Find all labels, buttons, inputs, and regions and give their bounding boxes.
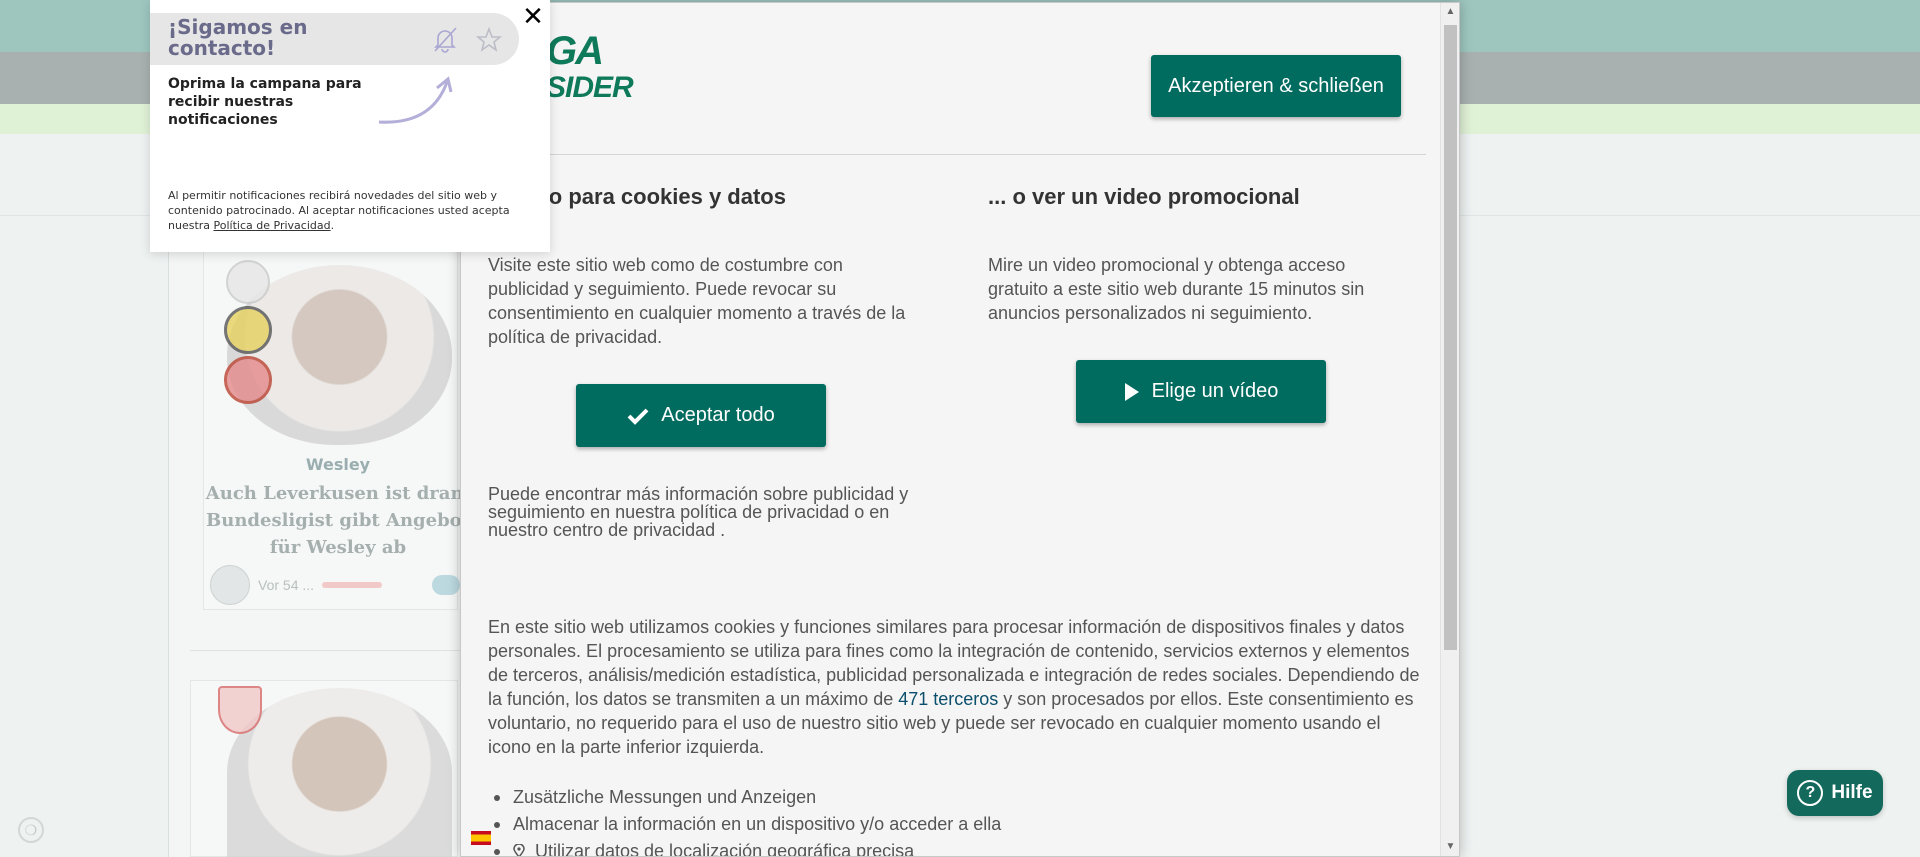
club-crest-icon: [218, 686, 262, 734]
site-logo: GA SIDER: [546, 31, 634, 104]
notification-popup: ¡Sigamos en contacto! ✕ Oprima la campan…: [150, 0, 550, 252]
help-button[interactable]: ? Hilfe: [1787, 770, 1883, 816]
card-footer: Vor 54 ...: [210, 565, 460, 605]
third-parties-link[interactable]: 471 terceros: [898, 689, 998, 709]
purpose-item: Almacenar la información en un dispositi…: [488, 812, 1388, 839]
club-crest-icon: [224, 356, 272, 404]
accept-close-label: Akzeptieren & schließen: [1168, 74, 1384, 97]
author-avatar: [210, 565, 250, 605]
choose-video-button[interactable]: Elige un vídeo: [1076, 360, 1326, 423]
logo-line2: SIDER: [546, 71, 634, 104]
location-pin-icon: [513, 844, 525, 856]
legal-suffix: .: [330, 219, 335, 232]
dialog-divider: [476, 154, 1426, 155]
close-icon[interactable]: ✕: [521, 4, 545, 30]
purpose-item: Utilizar datos de localización geográfic…: [488, 839, 1388, 857]
video-description: Mire un video promocional y obtenga acce…: [988, 255, 1365, 323]
card-player-name: Wesley: [305, 455, 371, 474]
comments-icon[interactable]: [432, 575, 460, 595]
play-icon: [1124, 382, 1139, 401]
privacy-policy-link[interactable]: Política de Privacidad: [214, 219, 331, 232]
more-info-text: Puede encontrar más información sobre pu…: [488, 484, 909, 540]
card-divider: [190, 650, 460, 651]
curved-arrow-icon: [378, 76, 453, 124]
logo-line1: GA: [546, 29, 604, 73]
checkmark-icon: [627, 408, 649, 425]
accept-all-button[interactable]: Aceptar todo: [576, 384, 826, 447]
dialog-scrollbar[interactable]: ▲ ▼: [1440, 3, 1459, 856]
star-icon[interactable]: [475, 26, 503, 54]
bell-off-icon[interactable]: [430, 24, 460, 54]
question-icon: ?: [1797, 780, 1824, 806]
scroll-down-arrow-icon[interactable]: ▼: [1444, 840, 1457, 854]
scroll-thumb[interactable]: [1444, 25, 1457, 650]
card-time: Vor 54 ...: [258, 577, 315, 593]
fingerprint-icon[interactable]: ❍: [18, 817, 44, 843]
accept-all-label: Aceptar todo: [661, 404, 775, 426]
notification-subtitle: Oprima la campana para recibir nuestras …: [168, 76, 362, 128]
purpose-label: Utilizar datos de localización geográfic…: [535, 841, 915, 857]
notification-legal-text: Al permitir notificaciones recibirá nove…: [168, 188, 538, 233]
club-crest-icon: [226, 260, 270, 304]
video-column-title: ... o ver un video promocional: [988, 184, 1300, 209]
scroll-up-arrow-icon[interactable]: ▲: [1444, 5, 1457, 19]
consent-dialog: GA SIDER Akzeptieren & schließen entimie…: [460, 2, 1460, 857]
purpose-item: Zusätzliche Messungen und Anzeigen: [488, 785, 1388, 812]
card-headline[interactable]: Auch Leverkusen ist dran: Bundesligist g…: [203, 480, 473, 561]
choose-video-label: Elige un vídeo: [1151, 380, 1279, 402]
consent-main-text: En este sitio web utilizamos cookies y f…: [488, 615, 1428, 759]
notification-title: ¡Sigamos en contacto!: [168, 15, 308, 60]
club-crest-icon: [224, 306, 272, 354]
purposes-list: Zusätzliche Messungen und Anzeigen Almac…: [488, 785, 1388, 857]
spain-flag-icon[interactable]: [471, 831, 491, 845]
accept-close-button[interactable]: Akzeptieren & schließen: [1151, 55, 1401, 117]
consent-description: Visite este sitio web como de costumbre …: [488, 255, 906, 347]
rumor-meter: [322, 582, 383, 588]
help-label: Hilfe: [1831, 782, 1873, 803]
